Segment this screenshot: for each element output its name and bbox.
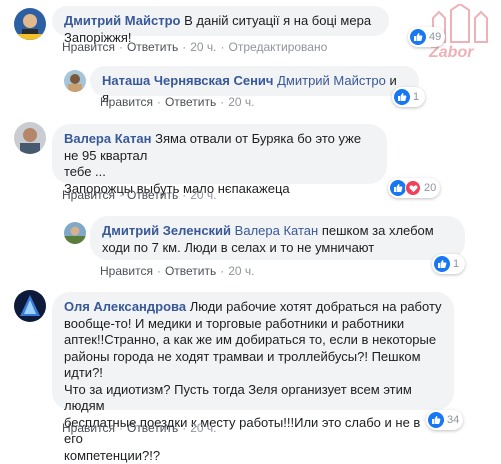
timestamp[interactable]: 20 ч. [190,421,216,435]
comment-bubble: Наташа Чернявская Сенич Дмитрий Майстро … [90,66,419,96]
edited-label: Отредактировано [229,40,328,54]
timestamp[interactable]: 20 ч. [228,264,254,278]
reply-link[interactable]: Ответить [127,188,178,202]
comment-text: ходи по 7 км. Люди в селах и то не умнич… [102,240,453,257]
comment-bubble: Дмитрий Майстро В даній ситуації я на бо… [52,6,389,36]
like-icon [434,256,450,272]
comment-author[interactable]: Валера Катан [64,131,152,146]
mention-link[interactable]: Дмитрий Майстро [277,73,386,88]
reply-link[interactable]: Ответить [127,421,178,435]
reaction-count: 20 [424,182,436,194]
timestamp[interactable]: 20 ч. [190,188,216,202]
comment-author[interactable]: Оля Александрова [64,299,186,314]
comment-text: тебе ... [64,164,375,181]
comment-text: аптек!!Странно, а как же им добираться т… [64,332,442,349]
reaction-summary[interactable]: 49 [408,27,445,47]
reaction-summary[interactable]: 20 [388,178,440,198]
comment-text: вообще-то! И медики и торговые работники… [64,316,442,333]
comment-bubble: Дмитрий Зеленский Валера Катан пешком за… [90,216,465,260]
mention-link[interactable]: Валера Катан [235,223,319,238]
reply-link[interactable]: Ответить [127,40,178,54]
like-icon [394,89,410,105]
comment-text: компетенции?!? [64,448,442,464]
comment-actions: Нравится·Ответить·20 ч.·Отредактировано [62,40,327,54]
comment-text: Люди рабочие хотят добраться на работу [190,299,442,314]
reaction-summary[interactable]: 1 [432,254,465,274]
like-link[interactable]: Нравится [100,95,153,109]
reaction-summary[interactable]: 1 [392,87,425,107]
reaction-count: 49 [429,31,441,43]
like-link[interactable]: Нравится [100,264,153,278]
comment-author[interactable]: Дмитрий Майстро [64,13,180,28]
comment-actions: Нравится·Ответить·20 ч. [62,188,217,202]
love-icon [405,180,421,196]
reaction-count: 34 [447,414,459,426]
avatar[interactable] [64,222,86,244]
comment-bubble: Оля Александрова Люди рабочие хотят добр… [52,292,454,410]
timestamp[interactable]: 20 ч. [228,95,254,109]
reply-link[interactable]: Ответить [165,95,216,109]
like-link[interactable]: Нравится [62,188,115,202]
like-link[interactable]: Нравится [62,421,115,435]
avatar[interactable] [14,8,46,40]
avatar[interactable] [14,122,46,154]
like-link[interactable]: Нравится [62,40,115,54]
comment-author[interactable]: Наташа Чернявская Сенич [102,73,273,88]
comment-bubble: Валера Катан Зяма отвали от Буряка бо эт… [52,124,387,184]
avatar[interactable] [14,290,46,322]
avatar[interactable] [64,70,86,92]
comment-actions: Нравится·Ответить·20 ч. [100,95,255,109]
like-icon [410,29,426,45]
like-icon [428,412,444,428]
comment-text: Что за идиотизм? Пусть тогда Зеля органи… [64,382,442,415]
reaction-count: 1 [413,91,419,103]
like-icon [390,180,406,196]
comment-text: районы города не ходят трамваи и троллей… [64,349,442,382]
comment-text: пешком за хлебом [322,223,434,238]
reaction-summary[interactable]: 34 [426,410,463,430]
reaction-count: 1 [453,258,459,270]
comment-author[interactable]: Дмитрий Зеленский [102,223,231,238]
comment-actions: Нравится·Ответить·20 ч. [100,264,255,278]
comment-actions: Нравится·Ответить·20 ч. [62,421,217,435]
timestamp[interactable]: 20 ч. [190,40,216,54]
reply-link[interactable]: Ответить [165,264,216,278]
